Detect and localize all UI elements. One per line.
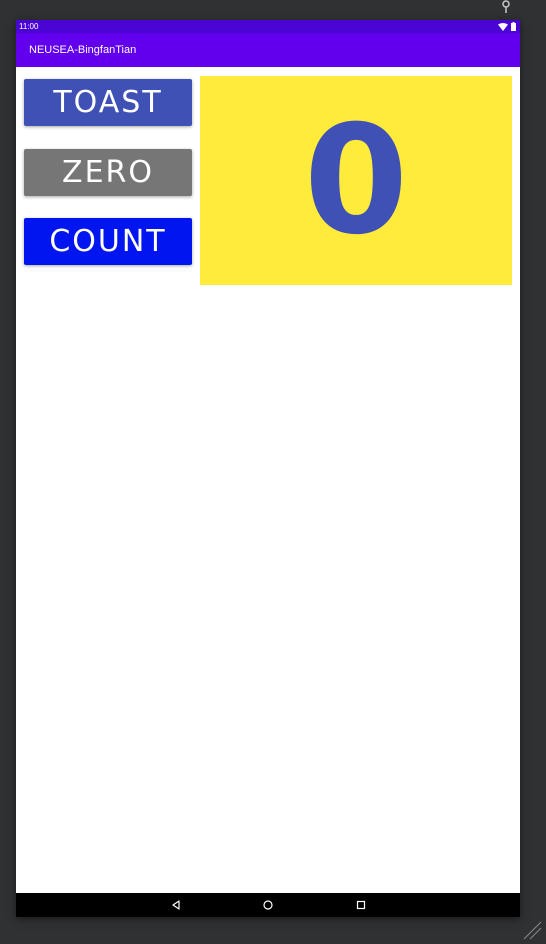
battery-icon (511, 22, 516, 31)
status-bar: 11:00 (16, 20, 520, 33)
wifi-icon (498, 22, 508, 31)
navigation-bar (16, 893, 520, 917)
status-icons (498, 22, 516, 31)
resize-grip-icon[interactable] (522, 920, 542, 940)
back-button[interactable] (169, 898, 183, 912)
status-time: 11:00 (19, 22, 39, 31)
app-bar: NEUSEA-BingfanTian (16, 33, 520, 67)
toast-button[interactable]: TOAST (24, 79, 192, 126)
back-icon (172, 900, 180, 910)
recents-icon (356, 900, 366, 910)
recents-button[interactable] (354, 898, 368, 912)
app-title: NEUSEA-BingfanTian (29, 44, 137, 56)
home-icon (263, 900, 273, 910)
home-button[interactable] (261, 898, 275, 912)
count-button[interactable]: COUNT (24, 218, 192, 265)
count-value: 0 (303, 93, 409, 268)
count-display: 0 (200, 76, 512, 285)
pin-icon (502, 0, 510, 13)
device-screen: 11:00 NEUSEA-BingfanTian TOAST ZERO COUN… (16, 20, 520, 917)
zero-button[interactable]: ZERO (24, 149, 192, 196)
